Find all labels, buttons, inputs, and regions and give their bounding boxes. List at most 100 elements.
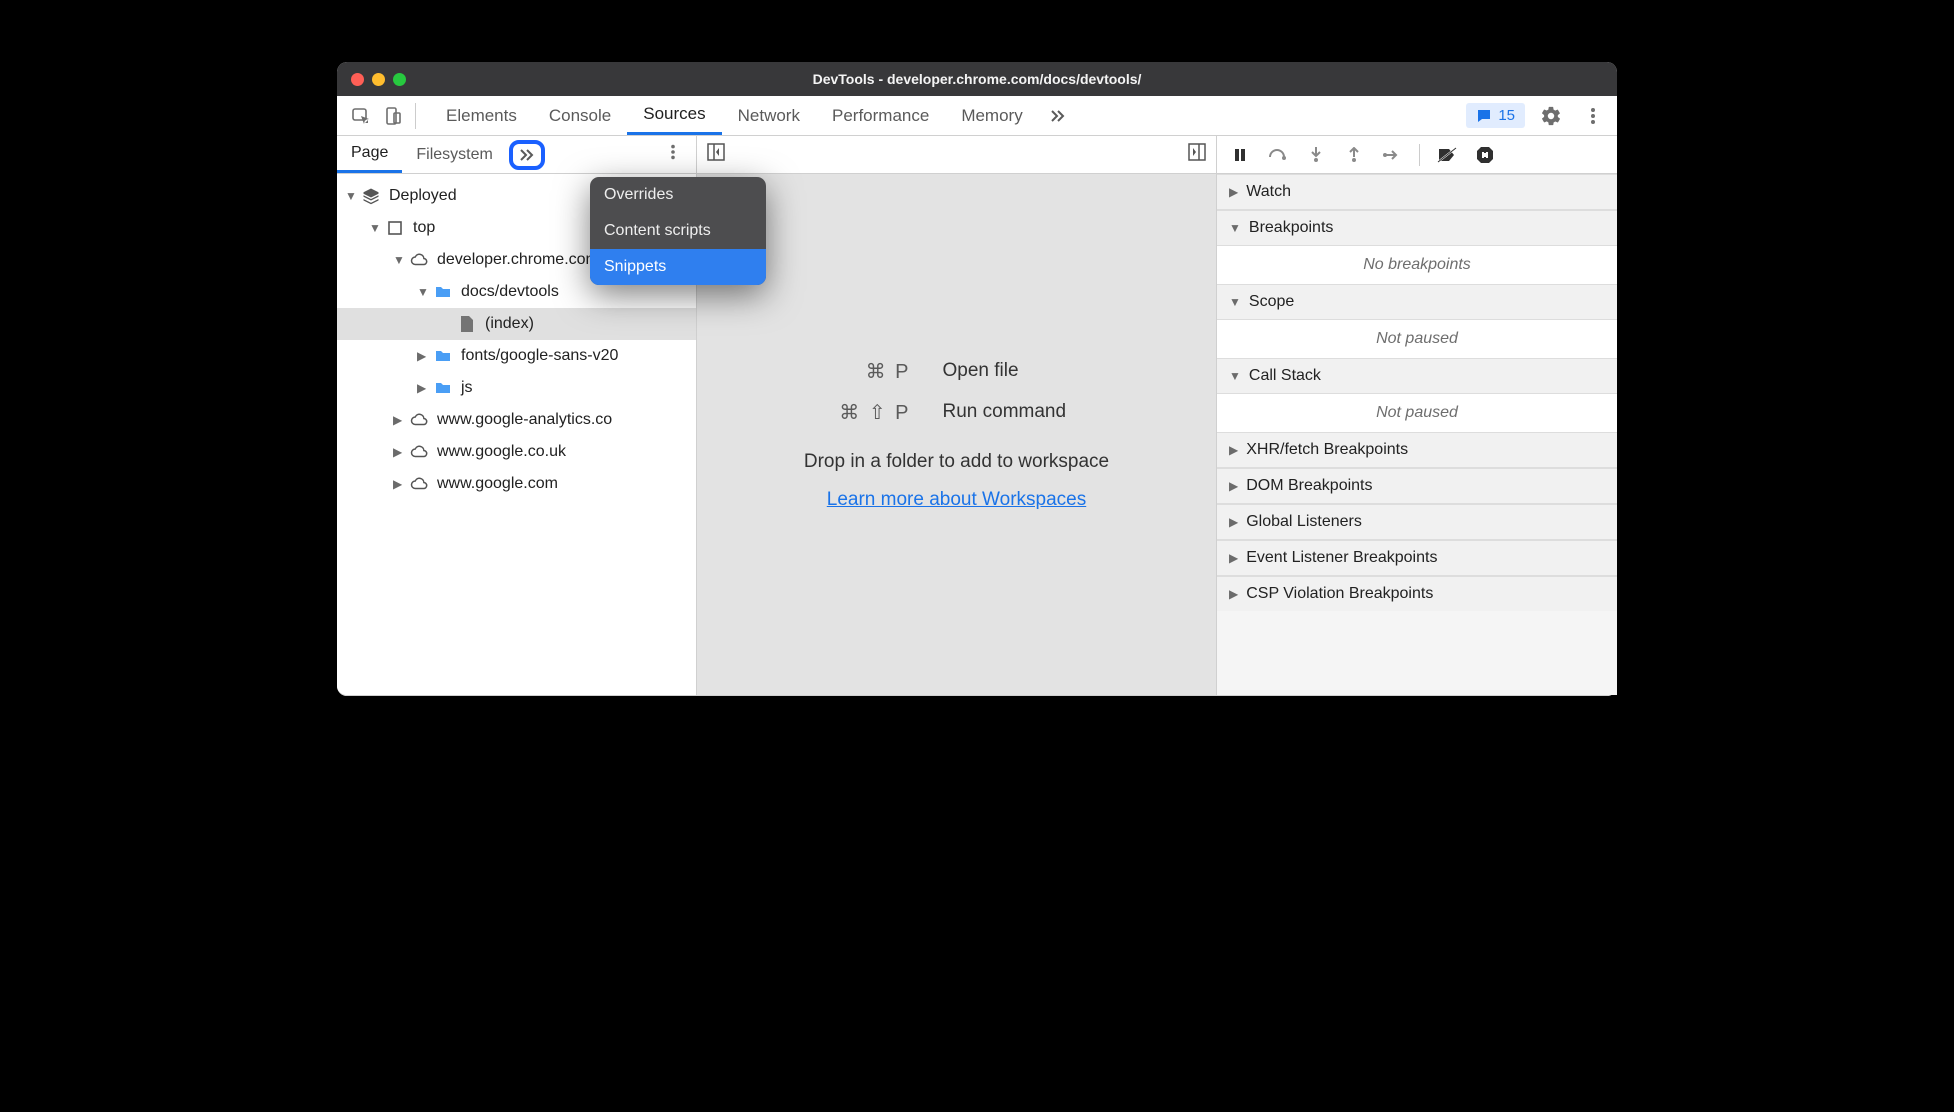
close-window-button[interactable]: [351, 73, 364, 86]
divider: [1419, 144, 1420, 166]
workspace-drop-hint: Drop in a folder to add to workspace: [804, 451, 1109, 473]
folder-icon: [433, 378, 453, 398]
section-xhr-breakpoints[interactable]: ▶ XHR/fetch Breakpoints: [1217, 432, 1617, 468]
settings-icon[interactable]: [1535, 100, 1567, 132]
tab-performance[interactable]: Performance: [816, 96, 945, 135]
chevron-right-icon: ▶: [1229, 551, 1238, 565]
breakpoints-body: No breakpoints: [1217, 246, 1617, 284]
menu-item-overrides[interactable]: Overrides: [590, 177, 766, 213]
chevron-right-icon: ▶: [417, 349, 429, 363]
subtab-page[interactable]: Page: [337, 136, 402, 173]
shortcut-keys: ⌘ P: [801, 359, 911, 384]
tree-node-file-selected[interactable]: (index): [337, 308, 696, 340]
tab-network[interactable]: Network: [722, 96, 816, 135]
tab-elements[interactable]: Elements: [430, 96, 533, 135]
section-title: Global Listeners: [1246, 513, 1362, 531]
issues-count: 15: [1498, 107, 1515, 124]
chevron-down-icon: ▼: [369, 221, 381, 235]
subtab-filesystem[interactable]: Filesystem: [402, 136, 506, 173]
traffic-lights: [351, 73, 406, 86]
navigator-options-icon[interactable]: [650, 143, 696, 166]
chevron-down-icon: ▼: [1229, 295, 1241, 309]
tree-item-label: (index): [485, 315, 534, 333]
tab-sources[interactable]: Sources: [627, 96, 721, 135]
tree-item-label: www.google.co.uk: [437, 443, 566, 461]
chevron-right-icon: ▶: [1229, 479, 1238, 493]
chevron-down-icon: ▼: [393, 253, 405, 267]
chevron-right-icon: ▶: [417, 381, 429, 395]
more-options-icon[interactable]: [1577, 100, 1609, 132]
debugger-toolbar: [1217, 136, 1617, 174]
section-watch[interactable]: ▶ Watch: [1217, 174, 1617, 210]
folder-icon: [433, 346, 453, 366]
more-tabs-button[interactable]: [1039, 96, 1077, 135]
cloud-icon: [409, 250, 429, 270]
tree-node-domain[interactable]: ▶ www.google.com: [337, 468, 696, 500]
chevron-right-icon: ▶: [393, 477, 405, 491]
tree-node-folder[interactable]: ▶ js: [337, 372, 696, 404]
chevron-right-icon: ▶: [1229, 443, 1238, 457]
step-into-icon[interactable]: [1305, 144, 1327, 166]
section-title: Event Listener Breakpoints: [1246, 549, 1437, 567]
chevron-right-icon: ▶: [393, 413, 405, 427]
device-toolbar-icon[interactable]: [377, 100, 409, 132]
tree-node-domain[interactable]: ▶ www.google.co.uk: [337, 436, 696, 468]
pause-on-exceptions-icon[interactable]: [1474, 144, 1496, 166]
frame-icon: [385, 218, 405, 238]
menu-item-content-scripts[interactable]: Content scripts: [590, 213, 766, 249]
show-navigator-icon[interactable]: [707, 143, 725, 166]
issues-badge[interactable]: 15: [1466, 103, 1525, 128]
tree-root-label: Deployed: [389, 187, 457, 205]
show-debugger-icon[interactable]: [1188, 143, 1206, 166]
section-event-listener-breakpoints[interactable]: ▶ Event Listener Breakpoints: [1217, 540, 1617, 576]
section-scope[interactable]: ▼ Scope: [1217, 284, 1617, 320]
maximize-window-button[interactable]: [393, 73, 406, 86]
shortcut-keys: ⌘ ⇧ P: [801, 400, 911, 425]
panel-tabs: Elements Console Sources Network Perform…: [430, 96, 1077, 135]
section-dom-breakpoints[interactable]: ▶ DOM Breakpoints: [1217, 468, 1617, 504]
tree-node-folder[interactable]: ▶ fonts/google-sans-v20: [337, 340, 696, 372]
shortcut-label: Open file: [943, 360, 1113, 382]
step-out-icon[interactable]: [1343, 144, 1365, 166]
window-title: DevTools - developer.chrome.com/docs/dev…: [337, 71, 1617, 87]
step-icon[interactable]: [1381, 144, 1403, 166]
shortcut-run-command: ⌘ ⇧ P Run command: [801, 400, 1113, 425]
tree-item-label: www.google.com: [437, 475, 558, 493]
section-title: Scope: [1249, 293, 1294, 311]
shortcut-open-file: ⌘ P Open file: [801, 359, 1113, 384]
navigator-more-tabs-button[interactable]: [509, 140, 545, 170]
chevron-down-icon: ▼: [1229, 221, 1241, 235]
tab-memory[interactable]: Memory: [945, 96, 1038, 135]
section-csp-violation-breakpoints[interactable]: ▶ CSP Violation Breakpoints: [1217, 576, 1617, 611]
inspect-element-icon[interactable]: [345, 100, 377, 132]
tree-item-label: www.google-analytics.co: [437, 411, 612, 429]
section-global-listeners[interactable]: ▶ Global Listeners: [1217, 504, 1617, 540]
section-title: Breakpoints: [1249, 219, 1334, 237]
tree-item-label: docs/devtools: [461, 283, 559, 301]
navigator-overflow-menu: Overrides Content scripts Snippets: [590, 177, 766, 285]
pause-icon[interactable]: [1229, 144, 1251, 166]
learn-workspaces-link[interactable]: Learn more about Workspaces: [827, 489, 1086, 511]
tree-node-domain[interactable]: ▶ www.google-analytics.co: [337, 404, 696, 436]
file-icon: [457, 314, 477, 334]
menu-item-snippets[interactable]: Snippets: [590, 249, 766, 285]
tree-item-label: js: [461, 379, 473, 397]
section-callstack[interactable]: ▼ Call Stack: [1217, 358, 1617, 394]
navigator-subtabs: Page Filesystem: [337, 136, 696, 174]
sources-panel: Page Filesystem ▼ Deployed: [337, 136, 1617, 696]
cloud-icon: [409, 474, 429, 494]
devtools-window: DevTools - developer.chrome.com/docs/dev…: [337, 62, 1617, 696]
section-title: Watch: [1246, 183, 1291, 201]
tab-console[interactable]: Console: [533, 96, 627, 135]
chevron-right-icon: ▶: [393, 445, 405, 459]
minimize-window-button[interactable]: [372, 73, 385, 86]
deactivate-breakpoints-icon[interactable]: [1436, 144, 1458, 166]
chevron-down-icon: ▼: [417, 285, 429, 299]
section-title: CSP Violation Breakpoints: [1246, 585, 1433, 603]
tree-item-label: developer.chrome.com: [437, 251, 599, 269]
chevron-right-icon: ▶: [1229, 185, 1238, 199]
step-over-icon[interactable]: [1267, 144, 1289, 166]
section-title: Call Stack: [1249, 367, 1321, 385]
section-breakpoints[interactable]: ▼ Breakpoints: [1217, 210, 1617, 246]
folder-icon: [433, 282, 453, 302]
